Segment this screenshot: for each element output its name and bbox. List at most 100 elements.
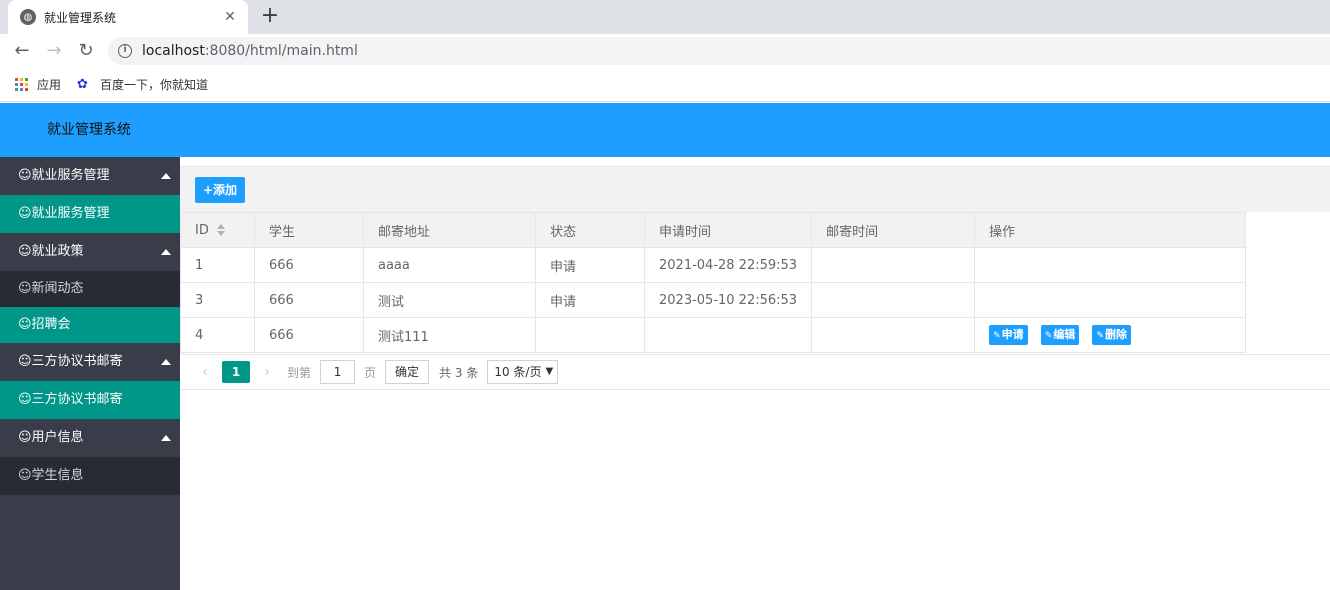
sidebar: ☺就业服务管理 ☺就业服务管理 ☺就业政策 ☺新闻动态 ☺招聘会 ☺三方协议书邮… (0, 157, 180, 590)
cell-actions (974, 247, 1247, 283)
sidebar-item-label: ☺就业政策 (18, 244, 84, 259)
tab-title: 就业管理系统 (44, 10, 117, 25)
page-label: 页 (364, 365, 377, 380)
globe-icon: ◍ (20, 9, 36, 25)
table-toolbar: +添加 (180, 166, 1330, 212)
bookmark-label: 百度一下，你就知道 (100, 78, 209, 92)
cell-mail-time (811, 317, 976, 353)
caret-up-icon (161, 173, 171, 179)
goto-label: 到第 (287, 365, 312, 380)
sort-icon[interactable] (216, 224, 226, 236)
site-info-icon[interactable]: i (118, 44, 132, 58)
sidebar-item-news[interactable]: ☺新闻动态 (0, 271, 180, 307)
cell-status: 申请 (535, 282, 645, 318)
delete-button[interactable]: ✎删除 (1092, 325, 1131, 345)
current-page[interactable]: 1 (222, 361, 250, 383)
chevron-down-icon: ▼ (545, 366, 554, 377)
column-header: 邮寄时间 (811, 212, 976, 248)
page-size-value: 10 条/页 (494, 365, 542, 379)
url-field[interactable]: i localhost:8080/html/main.html (108, 37, 1330, 65)
table-row: 4 666 测试111 ✎申请 ✎编辑 ✎删除 (180, 317, 1247, 353)
confirm-button[interactable]: 确定 (385, 360, 430, 384)
close-tab-icon[interactable]: ✕ (222, 9, 238, 25)
bookmark-label: 应用 (37, 78, 62, 92)
sidebar-item-label: ☺就业服务管理 (18, 206, 110, 221)
prev-page-icon[interactable]: ‹ (194, 364, 216, 380)
cell-student: 666 (254, 247, 364, 283)
table-row: 3 666 测试 申请 2023-05-10 22:56:53 (180, 282, 1247, 318)
cell-status (535, 317, 645, 353)
new-tab-icon[interactable]: + (258, 5, 282, 29)
pencil-icon: ✎ (1044, 331, 1053, 341)
cell-mail-time (811, 247, 976, 283)
sidebar-item-label: ☺新闻动态 (18, 281, 84, 296)
column-header-id[interactable]: ID (180, 212, 255, 248)
pagination: ‹ 1 › 到第 1 页 确定 共 3 条 10 条/页 ▼ (180, 354, 1330, 390)
data-table: ID 学生 邮寄地址 状态 申请时间 邮寄时间 操作 1 666 aaaa 申请… (180, 212, 1247, 353)
app-title: 就业管理系统 (47, 122, 131, 138)
address-bar-row: ← → ↻ i localhost:8080/html/main.html (0, 34, 1330, 68)
sidebar-group-user-info[interactable]: ☺用户信息 (0, 419, 180, 457)
sidebar-group-policy[interactable]: ☺就业政策 (0, 233, 180, 271)
cell-id: 1 (180, 247, 255, 283)
cell-student: 666 (254, 317, 364, 353)
reload-icon[interactable]: ↻ (76, 41, 96, 61)
sidebar-item-label: ☺就业服务管理 (18, 168, 110, 183)
pencil-icon: ✎ (993, 331, 1001, 341)
main-content: +添加 ID 学生 邮寄地址 状态 申请时间 邮寄时间 操作 1 666 aaa… (180, 157, 1330, 590)
cell-id: 3 (180, 282, 255, 318)
cell-actions: ✎申请 ✎编辑 ✎删除 (974, 317, 1247, 353)
sidebar-group-agreement[interactable]: ☺三方协议书邮寄 (0, 343, 180, 381)
sidebar-item-label: ☺招聘会 (18, 317, 71, 332)
apply-button[interactable]: ✎申请 (989, 325, 1028, 345)
next-page-icon[interactable]: › (256, 364, 278, 380)
column-header: 邮寄地址 (363, 212, 536, 248)
table-header-row: ID 学生 邮寄地址 状态 申请时间 邮寄时间 操作 (180, 212, 1247, 248)
url-host: localhost (142, 43, 205, 59)
caret-up-icon (161, 359, 171, 365)
goto-page-input[interactable]: 1 (320, 360, 356, 384)
sidebar-item-student-info[interactable]: ☺学生信息 (0, 457, 180, 495)
caret-up-icon (161, 435, 171, 441)
sidebar-item-label: ☺三方协议书邮寄 (18, 392, 123, 407)
cell-apply-time: 2023-05-10 22:56:53 (643, 282, 813, 318)
column-header: 学生 (254, 212, 364, 248)
cell-actions (974, 282, 1247, 318)
url-path: :8080/html/main.html (204, 43, 358, 59)
cell-mail-time (811, 282, 976, 318)
forward-icon[interactable]: → (44, 41, 64, 61)
back-icon[interactable]: ← (12, 41, 32, 61)
total-count: 共 3 条 (439, 365, 479, 380)
apps-grid-icon (15, 78, 28, 91)
cell-status: 申请 (535, 247, 645, 283)
app-header: 就业管理系统 (0, 103, 1330, 157)
cell-student: 666 (254, 282, 364, 318)
pencil-icon: ✎ (1096, 331, 1104, 341)
sidebar-item-label: ☺学生信息 (18, 468, 84, 483)
bookmark-baidu[interactable]: ✿ 百度一下，你就知道 (77, 76, 208, 93)
column-header: 操作 (974, 212, 1247, 248)
cell-id: 4 (180, 317, 255, 353)
page-size-select[interactable]: 10 条/页 ▼ (487, 360, 559, 384)
bookmark-apps[interactable]: 应用 (15, 76, 61, 93)
sidebar-item-agreement[interactable]: ☺三方协议书邮寄 (0, 381, 180, 419)
browser-tab[interactable]: ◍ 就业管理系统 ✕ (8, 0, 248, 34)
caret-up-icon (161, 249, 171, 255)
sidebar-item-job-fair[interactable]: ☺招聘会 (0, 307, 180, 343)
add-button[interactable]: +添加 (195, 177, 246, 203)
sidebar-item-label: ☺用户信息 (18, 430, 84, 445)
sidebar-group-employment-service[interactable]: ☺就业服务管理 (0, 157, 180, 195)
column-header: 申请时间 (643, 212, 813, 248)
column-header: 状态 (535, 212, 645, 248)
cell-apply-time (643, 317, 813, 353)
edit-button[interactable]: ✎编辑 (1040, 325, 1080, 345)
cell-address: 测试 (363, 282, 536, 318)
cell-apply-time: 2021-04-28 22:59:53 (643, 247, 813, 283)
sidebar-item-label: ☺三方协议书邮寄 (18, 354, 123, 369)
sidebar-item-employment-service[interactable]: ☺就业服务管理 (0, 195, 180, 233)
browser-tab-strip: ◍ 就业管理系统 ✕ + (0, 0, 1330, 34)
bookmarks-bar: 应用 ✿ 百度一下，你就知道 (0, 68, 1330, 102)
cell-address: aaaa (363, 247, 536, 283)
baidu-paw-icon: ✿ (77, 76, 88, 92)
cell-address: 测试111 (363, 317, 536, 353)
